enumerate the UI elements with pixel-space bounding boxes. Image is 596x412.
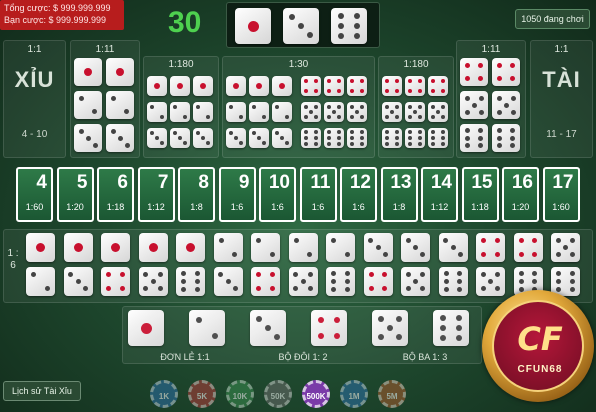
chip-5m[interactable]: 5M	[378, 380, 406, 408]
logo-cf-mark: CF	[517, 320, 563, 358]
logo-emblem: CF CFUN68	[492, 300, 584, 392]
game-table: Tổng cược: $ 999.999.999 Bạn cược: $ 999…	[0, 0, 596, 412]
logo-name: CFUN68	[517, 364, 563, 375]
cfun68-logo: CF CFUN68	[482, 290, 594, 402]
chip-50k[interactable]: 50K	[264, 380, 292, 408]
chip-500k[interactable]: 500K	[302, 380, 330, 408]
chip-10k[interactable]: 10K	[226, 380, 254, 408]
chip-5k[interactable]: 5K	[188, 380, 216, 408]
chip-1m[interactable]: 1M	[340, 380, 368, 408]
chip-1k[interactable]: 1K	[150, 380, 178, 408]
